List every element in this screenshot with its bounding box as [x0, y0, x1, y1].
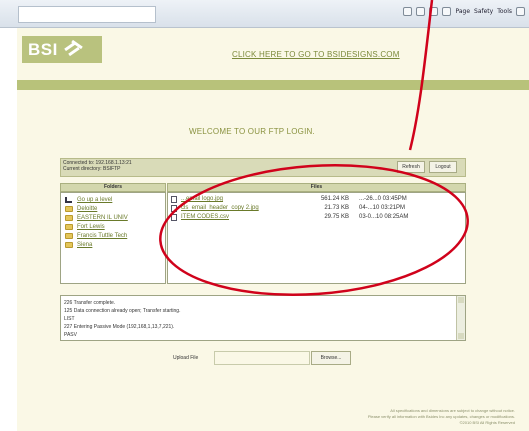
- folder-icon: [65, 242, 73, 248]
- connection-info: Connected to: 192.168.1.13:21 Current di…: [63, 160, 132, 172]
- folder-item-eastern-il-univ[interactable]: EASTERN IL UNIV: [65, 214, 128, 222]
- file-icon: [171, 205, 177, 212]
- scroll-up-icon[interactable]: [458, 297, 464, 303]
- folder-item-francis-tuttle-tech[interactable]: Francis Tuttle Tech: [65, 232, 127, 240]
- file-row[interactable]: cls_email_header_copy 2.jpg 21.73 KB 04-…: [171, 205, 461, 213]
- file-date: 04-...10 03:21PM: [359, 205, 406, 211]
- file-row[interactable]: ITEM CODES.csv 29.75 KB 03-0...10 08:25A…: [171, 214, 461, 222]
- upload-file-input[interactable]: [214, 351, 310, 365]
- browser-tab[interactable]: [18, 6, 156, 23]
- print-icon[interactable]: [429, 7, 439, 16]
- file-name[interactable]: ...email logo.jpg: [181, 196, 223, 202]
- folder-item-up[interactable]: Go up a level: [65, 196, 112, 204]
- welcome-title: WELCOME TO OUR FTP LOGIN.: [189, 127, 315, 136]
- feeds-icon[interactable]: [416, 7, 426, 16]
- file-name[interactable]: ITEM CODES.csv: [181, 214, 229, 220]
- file-size: 21.73 KB: [324, 205, 349, 211]
- log-line: LIST: [64, 316, 75, 322]
- folders-header: Folders: [60, 183, 166, 192]
- file-date: 03-0...10 08:25AM: [359, 214, 409, 220]
- log-line: PASV: [64, 332, 77, 338]
- files-header: Files: [167, 183, 466, 192]
- browser-toolbar: Page Safety Tools: [0, 0, 529, 28]
- folder-icon: [65, 224, 73, 230]
- header-divider: [17, 80, 529, 90]
- bsi-logo[interactable]: BSI: [22, 36, 102, 63]
- log-scrollbar[interactable]: [456, 296, 465, 340]
- bsidesigns-link[interactable]: CLICK HERE TO GO TO BSIDESIGNS.COM: [232, 50, 400, 59]
- logo-text: BSI: [28, 39, 58, 59]
- upload-file-label: Upload File: [173, 355, 199, 361]
- folder-item-fort-lewis[interactable]: Fort Lewis: [65, 223, 105, 231]
- ftp-log[interactable]: [60, 295, 466, 341]
- folder-item-deloitte[interactable]: Deloitte: [65, 205, 97, 213]
- footer-disclaimer: All specifications and dimensions are su…: [390, 408, 515, 413]
- file-row[interactable]: ...email logo.jpg 561.24 KB ...-26...0 0…: [171, 196, 461, 204]
- up-arrow-icon: [65, 197, 73, 203]
- footer-verify-note: Please verify all information with Bside…: [367, 414, 515, 419]
- file-date: ...-26...0 03:45PM: [359, 196, 407, 202]
- folder-label: EASTERN IL UNIV: [77, 215, 128, 221]
- log-line: 226 Transfer complete.: [64, 300, 116, 306]
- footer-copyright: ©2010 BSI All Rights Reserved: [459, 420, 515, 425]
- help-icon[interactable]: [516, 7, 525, 16]
- safety-menu[interactable]: Safety: [474, 8, 493, 15]
- file-size: 29.75 KB: [324, 214, 349, 220]
- scroll-down-icon[interactable]: [458, 333, 464, 339]
- folder-icon: [65, 215, 73, 221]
- folder-icon: [65, 233, 73, 239]
- page-menu[interactable]: Page: [455, 8, 470, 15]
- folder-item-siena[interactable]: Siena: [65, 241, 92, 249]
- refresh-button[interactable]: Refresh: [397, 161, 425, 173]
- folder-label: Go up a level: [77, 197, 113, 203]
- file-icon: [171, 196, 177, 203]
- folder-label: Deloitte: [77, 206, 98, 212]
- log-line: 227 Entering Passive Mode (192,168,1,13,…: [64, 324, 175, 330]
- folder-icon: [65, 206, 73, 212]
- file-icon: [171, 214, 177, 221]
- toolbar-actions: Page Safety Tools: [403, 7, 525, 16]
- folder-label: Francis Tuttle Tech: [77, 233, 128, 239]
- folder-label: Siena: [77, 242, 93, 248]
- browse-button[interactable]: Browse...: [311, 351, 351, 365]
- mail-icon[interactable]: [442, 7, 452, 16]
- log-line: 125 Data connection already open; Transf…: [64, 308, 181, 314]
- logo-mark-icon: [62, 39, 84, 59]
- tools-menu[interactable]: Tools: [497, 8, 512, 15]
- logout-button[interactable]: Logout: [429, 161, 457, 173]
- current-directory: Current directory: BSIFTP: [63, 166, 121, 172]
- folder-label: Fort Lewis: [77, 224, 105, 230]
- home-icon[interactable]: [403, 7, 413, 16]
- file-size: 561.24 KB: [320, 196, 349, 202]
- file-name[interactable]: cls_email_header_copy 2.jpg: [181, 205, 259, 211]
